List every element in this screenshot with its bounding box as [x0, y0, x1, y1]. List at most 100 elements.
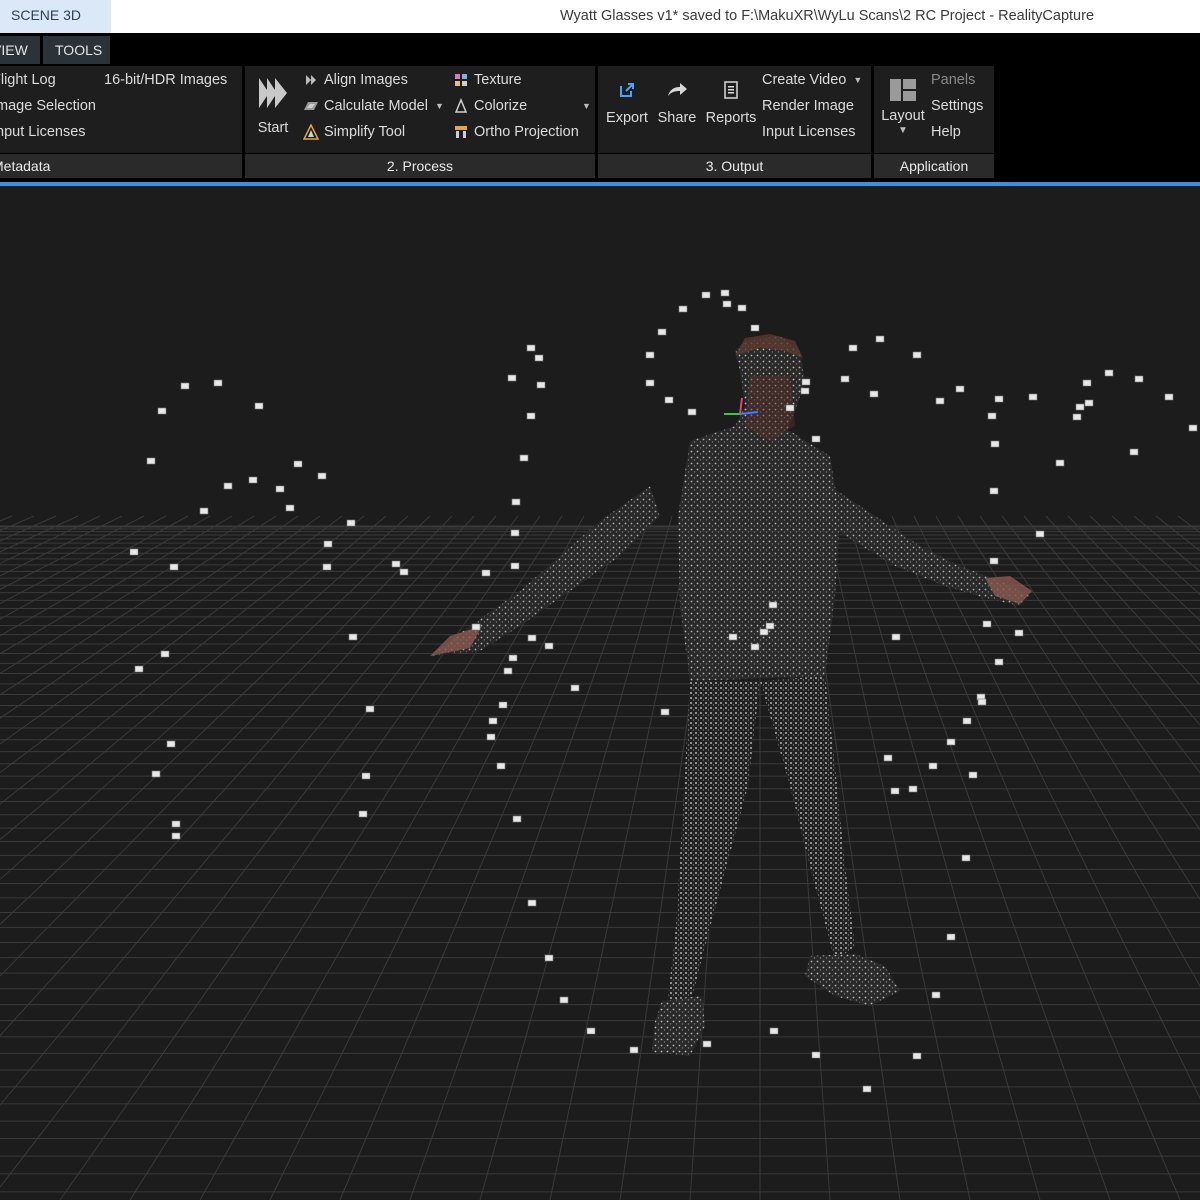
export-button[interactable]: Export [604, 80, 650, 126]
start-button[interactable]: Start [253, 76, 293, 136]
camera-marker[interactable] [536, 381, 546, 389]
camera-marker[interactable] [510, 529, 520, 537]
layout-button[interactable]: Layout ▼ [878, 78, 928, 136]
camera-marker[interactable] [912, 351, 922, 359]
camera-marker[interactable] [765, 622, 775, 630]
camera-marker[interactable] [989, 557, 999, 565]
camera-marker[interactable] [511, 498, 521, 506]
camera-marker[interactable] [1035, 530, 1045, 538]
camera-marker[interactable] [987, 412, 997, 420]
camera-marker[interactable] [358, 810, 368, 818]
menu-tab-view[interactable]: VIEW [0, 36, 40, 64]
simplify-tool-button[interactable]: Simplify Tool [303, 121, 405, 143]
camera-marker[interactable] [129, 548, 139, 556]
camera-marker[interactable] [750, 643, 760, 651]
camera-marker[interactable] [840, 375, 850, 383]
camera-marker[interactable] [660, 708, 670, 716]
camera-marker[interactable] [519, 454, 529, 462]
camera-marker[interactable] [890, 787, 900, 795]
camera-marker[interactable] [507, 374, 517, 382]
camera-marker[interactable] [737, 304, 747, 312]
camera-marker[interactable] [471, 623, 481, 631]
camera-marker[interactable] [534, 354, 544, 362]
camera-marker[interactable] [645, 379, 655, 387]
camera-marker[interactable] [657, 328, 667, 336]
camera-marker[interactable] [526, 344, 536, 352]
process-more-dropdown-icon[interactable]: ▼ [582, 101, 591, 111]
camera-marker[interactable] [1075, 403, 1085, 411]
camera-marker[interactable] [968, 771, 978, 779]
camera-marker[interactable] [512, 815, 522, 823]
camera-marker[interactable] [759, 628, 769, 636]
panels-button[interactable]: Panels [931, 69, 975, 91]
camera-marker[interactable] [1134, 375, 1144, 383]
camera-marker[interactable] [510, 562, 520, 570]
camera-marker[interactable] [769, 1027, 779, 1035]
camera-marker[interactable] [875, 335, 885, 343]
camera-marker[interactable] [559, 996, 569, 1004]
camera-marker[interactable] [1072, 413, 1082, 421]
camera-marker[interactable] [399, 568, 409, 576]
camera-marker[interactable] [678, 305, 688, 313]
colorize-button[interactable]: Colorize [453, 95, 527, 117]
ortho-projection-button[interactable]: Ortho Projection [453, 121, 579, 143]
camera-marker[interactable] [346, 519, 356, 527]
camera-marker[interactable] [687, 408, 697, 416]
camera-marker[interactable] [800, 387, 810, 395]
camera-marker[interactable] [928, 762, 938, 770]
camera-marker[interactable] [931, 991, 941, 999]
camera-marker[interactable] [1028, 393, 1038, 401]
camera-marker[interactable] [361, 772, 371, 780]
camera-marker[interactable] [785, 404, 795, 412]
camera-marker[interactable] [166, 740, 176, 748]
camera-marker[interactable] [544, 642, 554, 650]
calculate-model-dropdown-icon[interactable]: ▼ [435, 101, 444, 111]
menu-tab-tools[interactable]: TOOLS [43, 36, 110, 64]
settings-button[interactable]: Settings [931, 95, 983, 117]
camera-marker[interactable] [768, 601, 778, 609]
camera-marker[interactable] [994, 395, 1004, 403]
create-video-button[interactable]: Create Video ▼ [762, 69, 862, 91]
help-button[interactable]: Help [931, 121, 961, 143]
camera-marker[interactable] [702, 1040, 712, 1048]
align-images-button[interactable]: Align Images [303, 69, 408, 91]
camera-marker[interactable] [586, 1027, 596, 1035]
camera-marker[interactable] [223, 482, 233, 490]
camera-marker[interactable] [955, 385, 965, 393]
camera-marker[interactable] [322, 563, 332, 571]
camera-marker[interactable] [570, 684, 580, 692]
layout-dropdown-icon[interactable]: ▼ [878, 126, 928, 136]
calculate-model-button[interactable]: Calculate Model ▼ [303, 95, 444, 117]
camera-marker[interactable] [946, 738, 956, 746]
camera-marker[interactable] [496, 762, 506, 770]
image-selection-button[interactable]: Image Selection [0, 95, 96, 117]
camera-marker[interactable] [883, 754, 893, 762]
camera-marker[interactable] [526, 412, 536, 420]
render-image-button[interactable]: Render Image [762, 95, 854, 117]
camera-marker[interactable] [722, 300, 732, 308]
camera-marker[interactable] [317, 472, 327, 480]
camera-marker[interactable] [199, 507, 209, 515]
camera-marker[interactable] [293, 460, 303, 468]
camera-marker[interactable] [811, 1051, 821, 1059]
camera-marker[interactable] [544, 954, 554, 962]
camera-marker[interactable] [961, 854, 971, 862]
camera-marker[interactable] [912, 1052, 922, 1060]
camera-marker[interactable] [1082, 379, 1092, 387]
camera-marker[interactable] [989, 487, 999, 495]
camera-marker[interactable] [1164, 393, 1174, 401]
camera-marker[interactable] [348, 633, 358, 641]
camera-marker[interactable] [323, 540, 333, 548]
scene-3d-viewport[interactable] [0, 186, 1200, 1200]
camera-marker[interactable] [1055, 459, 1065, 467]
camera-marker[interactable] [946, 933, 956, 941]
camera-marker[interactable] [508, 654, 518, 662]
camera-marker[interactable] [498, 701, 508, 709]
share-button[interactable]: Share [656, 80, 698, 126]
camera-marker[interactable] [481, 569, 491, 577]
camera-marker[interactable] [180, 382, 190, 390]
camera-marker[interactable] [977, 698, 987, 706]
camera-marker[interactable] [527, 634, 537, 642]
camera-marker[interactable] [503, 667, 513, 675]
camera-marker[interactable] [254, 402, 264, 410]
